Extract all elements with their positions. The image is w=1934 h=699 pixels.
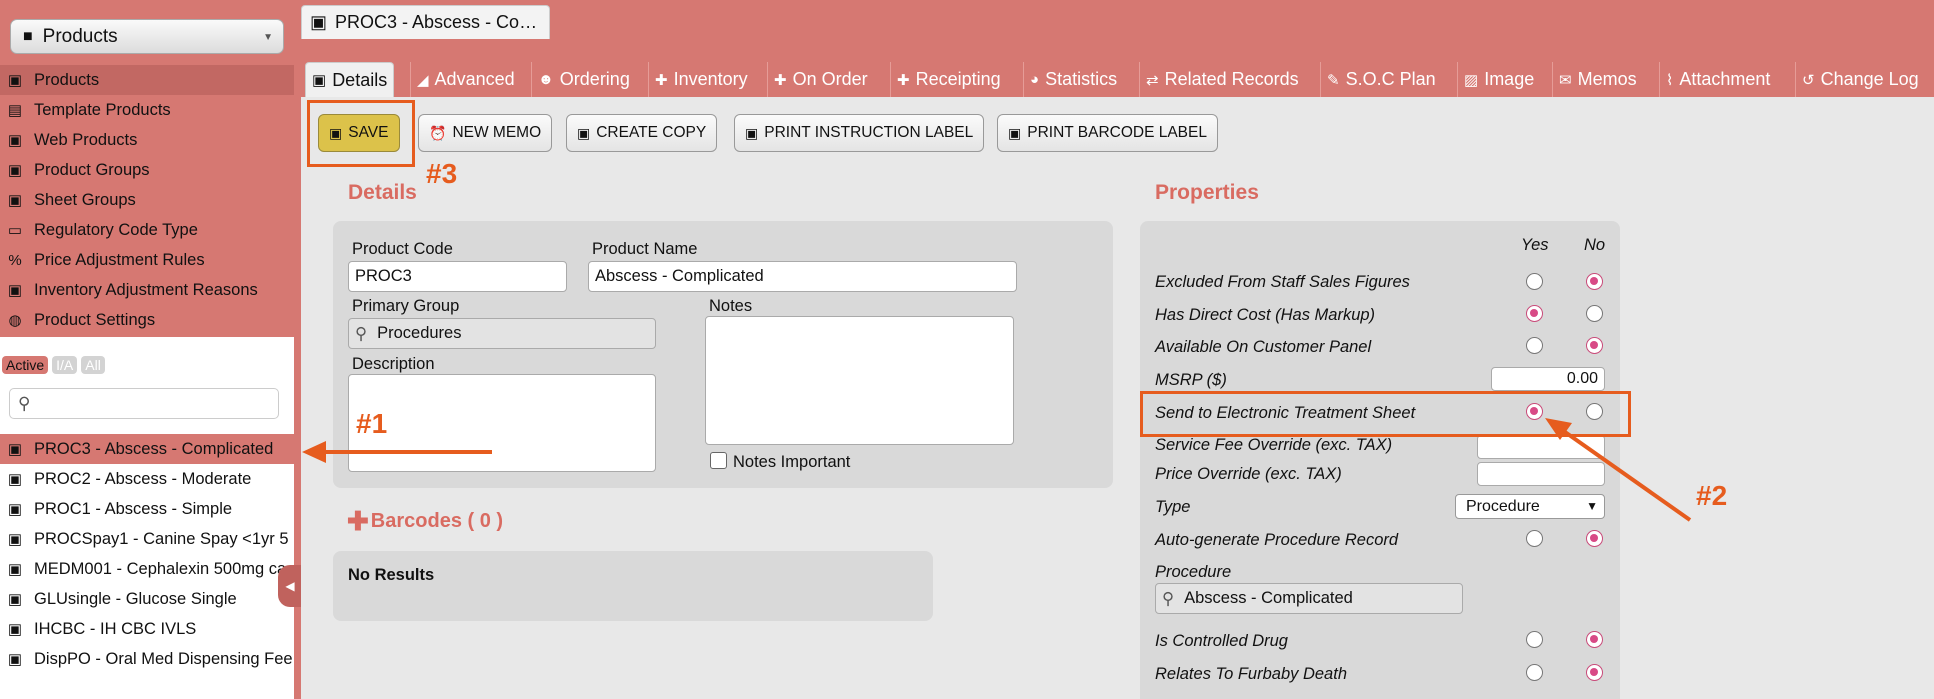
annotation-arrows <box>302 418 1692 522</box>
arrow-2 <box>1545 418 1692 522</box>
arrow-1 <box>302 441 492 463</box>
